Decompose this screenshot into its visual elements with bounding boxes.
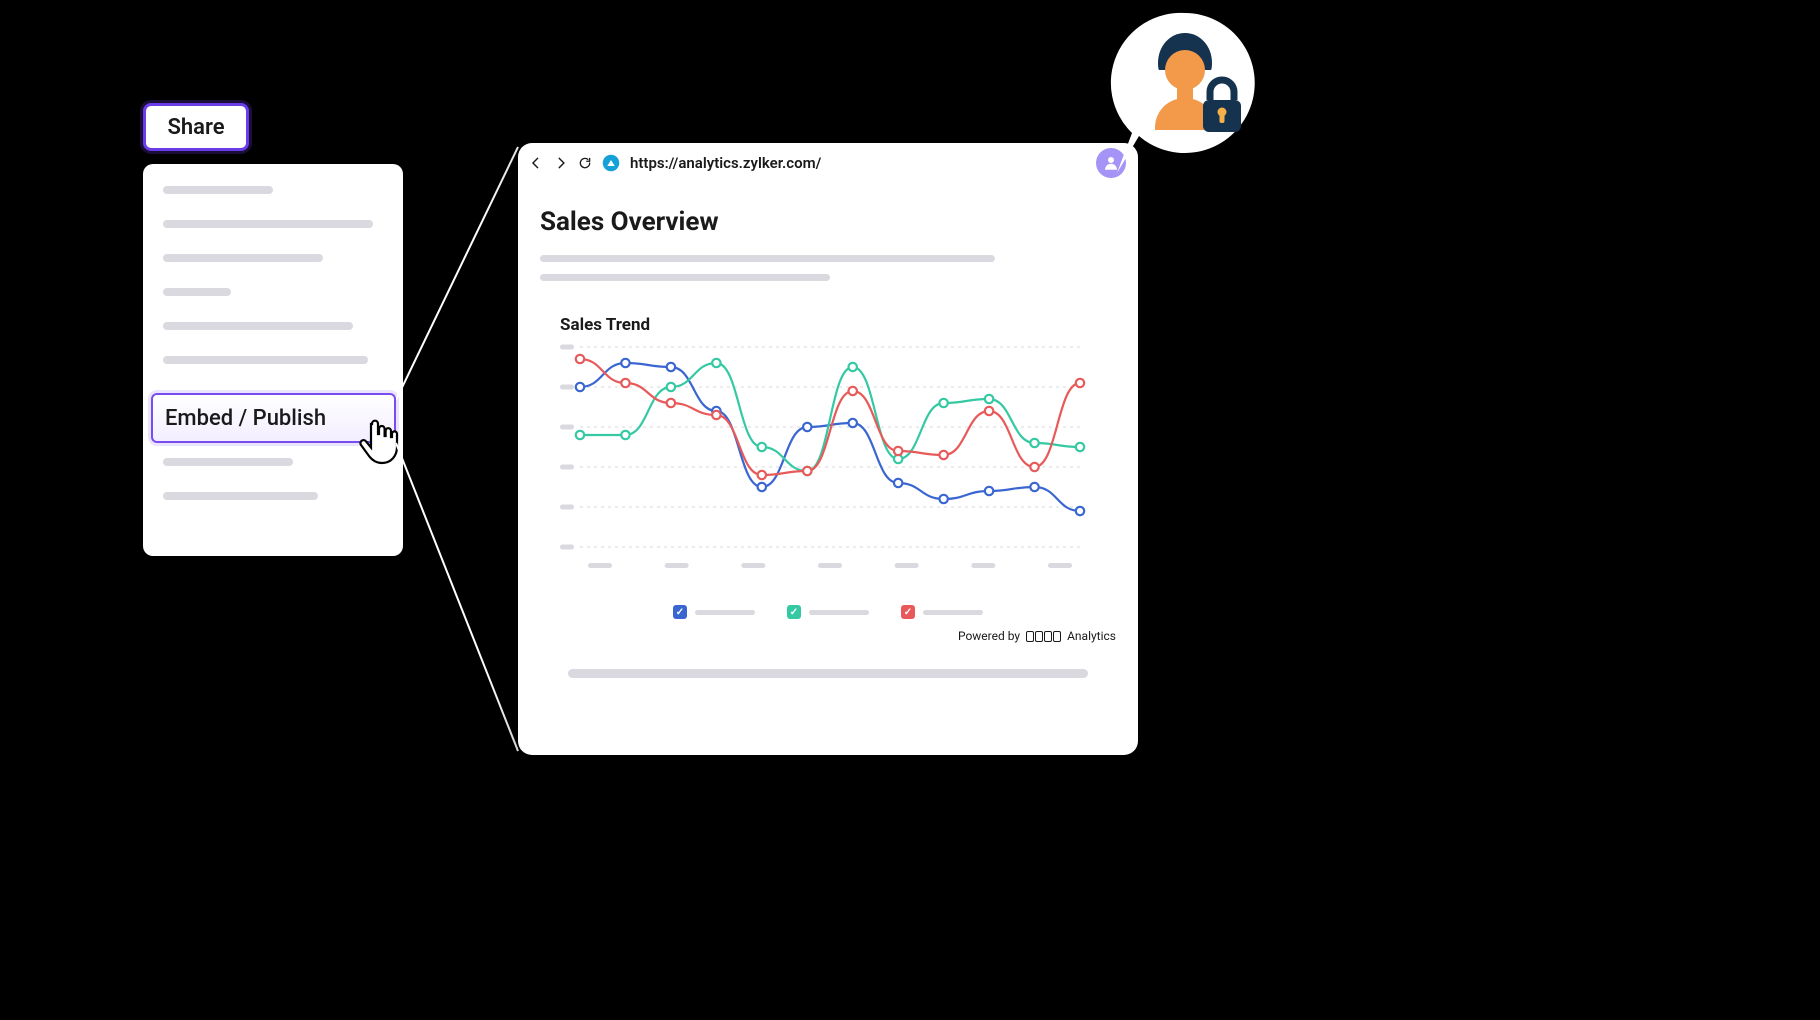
- dashboard-title: Sales Overview: [540, 207, 1116, 237]
- menu-item[interactable]: [163, 220, 373, 228]
- menu-item[interactable]: [163, 254, 323, 262]
- legend-checkbox-icon: ✓: [673, 605, 687, 619]
- legend-label-placeholder: [695, 610, 755, 615]
- menu-item[interactable]: [163, 186, 273, 194]
- menu-item[interactable]: [163, 322, 353, 330]
- browser-url[interactable]: https://analytics.zylker.com/: [630, 154, 821, 172]
- reload-icon[interactable]: [578, 156, 592, 170]
- site-favicon: [602, 154, 620, 172]
- share-button-label: Share: [167, 115, 224, 140]
- menu-item[interactable]: [163, 458, 293, 466]
- placeholder-bar: [540, 255, 995, 262]
- legend-checkbox-icon: ✓: [901, 605, 915, 619]
- menu-item-label: Embed / Publish: [165, 406, 326, 431]
- legend-label-placeholder: [809, 610, 869, 615]
- back-icon[interactable]: [530, 156, 544, 170]
- placeholder-bar: [540, 274, 830, 281]
- sales-trend-chart: [540, 341, 1116, 601]
- powered-suffix: Analytics: [1067, 629, 1116, 643]
- zoho-logo-icon: [1026, 631, 1061, 642]
- legend-item[interactable]: ✓: [901, 605, 983, 619]
- forward-icon[interactable]: [554, 156, 568, 170]
- embedded-browser-window: https://analytics.zylker.com/ Sales Over…: [518, 143, 1138, 755]
- menu-item[interactable]: [163, 288, 231, 296]
- secure-user-callout: [1095, 8, 1275, 212]
- legend-item[interactable]: ✓: [787, 605, 869, 619]
- chart-title: Sales Trend: [540, 315, 1116, 335]
- share-button[interactable]: Share: [143, 103, 249, 151]
- placeholder-bar: [568, 669, 1088, 678]
- menu-item-embed-publish[interactable]: Embed / Publish: [151, 393, 396, 443]
- legend-label-placeholder: [923, 610, 983, 615]
- legend-item[interactable]: ✓: [673, 605, 755, 619]
- powered-by-label: Powered by Analytics: [540, 629, 1116, 643]
- menu-item[interactable]: [163, 356, 368, 364]
- dashboard-body: Sales Overview Sales Trend ✓ ✓ ✓ Powered…: [518, 183, 1138, 755]
- share-dropdown: Embed / Publish: [143, 164, 403, 556]
- browser-address-bar: https://analytics.zylker.com/: [518, 143, 1138, 183]
- powered-prefix: Powered by: [958, 629, 1020, 643]
- chart-legend: ✓ ✓ ✓: [540, 605, 1116, 619]
- legend-checkbox-icon: ✓: [787, 605, 801, 619]
- menu-item[interactable]: [163, 492, 318, 500]
